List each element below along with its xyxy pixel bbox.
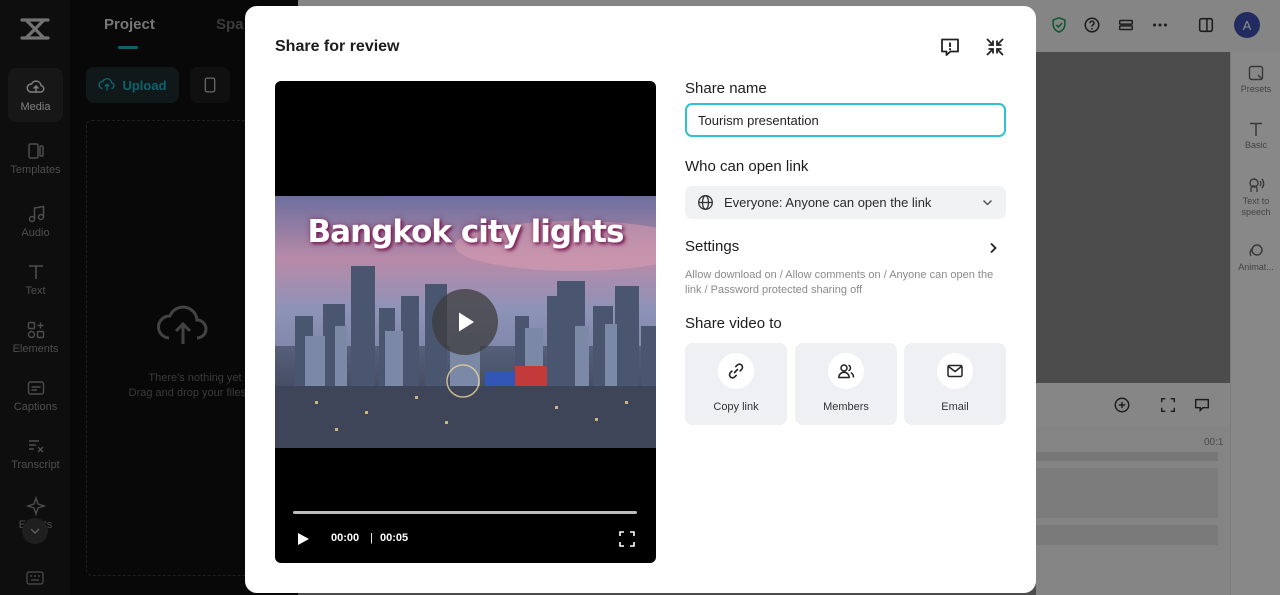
link-icon	[718, 353, 754, 389]
fullscreen-icon[interactable]	[618, 530, 636, 548]
share-name-label: Share name	[685, 80, 767, 97]
dialog-title: Share for review	[275, 38, 400, 55]
settings-summary: Allow download on / Allow comments on / …	[685, 269, 994, 296]
play-icon[interactable]	[295, 531, 311, 547]
current-time: 00:00	[331, 532, 360, 544]
minimize-icon[interactable]	[984, 36, 1006, 58]
play-overlay-button[interactable]	[432, 289, 498, 355]
members-button[interactable]: Members	[795, 343, 897, 425]
settings-label: Settings	[685, 238, 740, 255]
chevron-down-icon	[982, 199, 993, 206]
video-duration: 00:05	[380, 532, 409, 544]
time-separator: |	[370, 532, 373, 544]
video-overlay-title: Bangkok city lights	[307, 214, 625, 250]
share-to-label: Share video to	[685, 315, 782, 332]
chevron-right-icon	[990, 242, 997, 254]
share-review-dialog: Share for review Bangkok city lights 00:…	[245, 6, 1036, 593]
share-option-label: Email	[941, 401, 969, 413]
link-access-value: Everyone: Anyone can open the link	[724, 195, 932, 210]
email-icon	[937, 353, 973, 389]
email-button[interactable]: Email	[904, 343, 1006, 425]
globe-icon	[698, 195, 713, 210]
members-icon	[828, 353, 864, 389]
settings-row[interactable]: Settings	[685, 238, 1006, 260]
share-name-input[interactable]	[685, 103, 1006, 137]
link-access-select[interactable]: Everyone: Anyone can open the link	[685, 186, 1006, 219]
copy-link-button[interactable]: Copy link	[685, 343, 787, 425]
share-option-label: Copy link	[713, 401, 759, 413]
share-option-label: Members	[823, 401, 869, 413]
play-icon	[459, 312, 474, 332]
feedback-icon[interactable]	[939, 36, 961, 58]
video-progress-bar[interactable]	[293, 511, 637, 514]
video-preview-player[interactable]: Bangkok city lights 00:00 | 00:05	[275, 81, 656, 563]
video-thumbnail: Bangkok city lights	[275, 196, 656, 448]
access-label: Who can open link	[685, 158, 809, 175]
